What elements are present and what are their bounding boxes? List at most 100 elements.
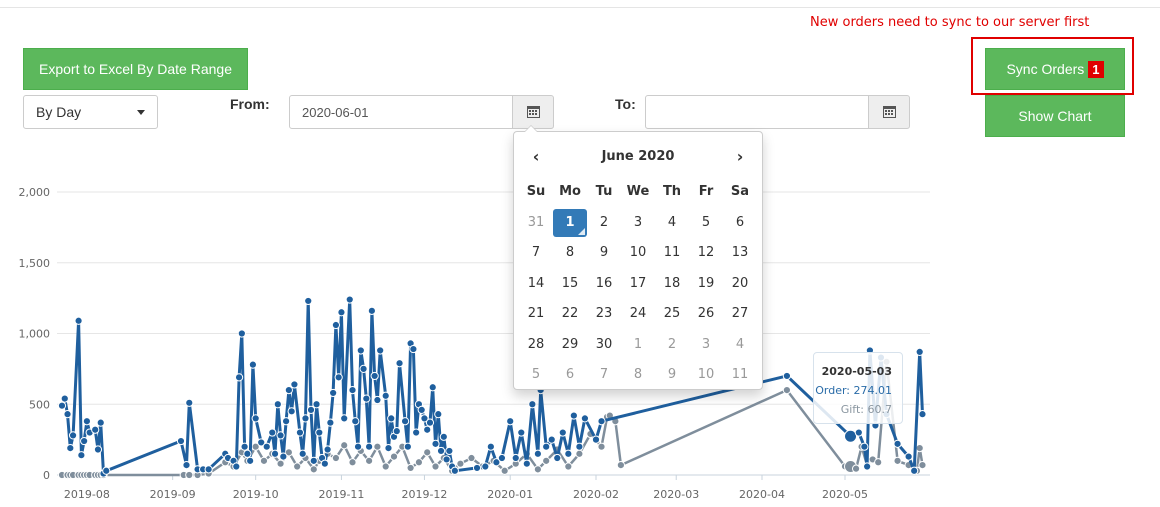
datepicker-day[interactable]: 23	[587, 300, 621, 328]
sync-orders-button[interactable]: Sync Orders 1	[985, 48, 1125, 90]
datepicker-day[interactable]: 27	[723, 300, 757, 328]
order-point	[400, 417, 410, 426]
datepicker-day[interactable]: 2	[655, 331, 689, 359]
gift-point	[915, 444, 924, 453]
gift-point	[893, 456, 902, 465]
x-tick-label: 2019-10	[233, 488, 279, 501]
order-point	[248, 360, 258, 369]
order-point	[290, 380, 299, 389]
datepicker-day[interactable]: 1	[621, 331, 655, 359]
caret-down-icon	[137, 109, 145, 115]
order-point	[442, 455, 451, 464]
datepicker-day[interactable]: 12	[689, 239, 723, 267]
sync-notice: New orders need to sync to our server fi…	[810, 15, 1090, 30]
next-month-button[interactable]: ›	[722, 147, 758, 166]
datepicker-day[interactable]: 10	[621, 239, 655, 267]
order-point	[915, 347, 924, 356]
order-point	[185, 398, 194, 407]
order-point	[66, 444, 75, 453]
datepicker-day[interactable]: 30	[587, 331, 621, 359]
order-point	[472, 463, 482, 473]
datepicker-day[interactable]: 2	[587, 209, 621, 237]
datepicker-day[interactable]: 24	[621, 300, 655, 328]
datepicker-day[interactable]: 20	[723, 270, 757, 298]
prev-month-button[interactable]: ‹	[518, 147, 554, 166]
gift-point	[348, 458, 357, 467]
datepicker-day[interactable]: 3	[689, 331, 723, 359]
datepicker-day[interactable]: 18	[655, 270, 689, 298]
order-point	[387, 414, 396, 423]
datepicker-day[interactable]: 11	[723, 361, 757, 389]
datepicker-day[interactable]: 8	[553, 239, 587, 267]
datepicker-day[interactable]: 9	[655, 361, 689, 389]
x-tick-label: 2019-08	[64, 488, 110, 501]
orders-chart: 0 500 1,000 1,500 2,000 2019-08 2019-09 2019-10…	[19, 186, 930, 501]
datepicker-day[interactable]: 1	[553, 208, 587, 237]
sync-orders-label: Sync Orders	[1006, 61, 1085, 77]
datepicker-day[interactable]: 17	[621, 270, 655, 298]
order-point	[553, 453, 562, 463]
order-point	[376, 346, 385, 355]
datepicker-day[interactable]: 22	[553, 300, 587, 328]
datepicker-day[interactable]: 6	[723, 209, 757, 237]
order-point	[232, 462, 241, 471]
datepicker-day[interactable]: 21	[519, 300, 553, 328]
order-point	[304, 296, 313, 306]
gift-point	[331, 453, 341, 463]
datepicker-day[interactable]: 5	[689, 209, 723, 237]
gift-point	[918, 460, 927, 470]
export-excel-button[interactable]: Export to Excel By Date Range	[23, 48, 248, 90]
order-point	[96, 418, 105, 427]
datepicker-day[interactable]: 31	[519, 209, 553, 237]
datepicker-day[interactable]: 29	[553, 331, 587, 359]
x-tick-label: 2019-09	[150, 488, 196, 501]
datepicker-day[interactable]: 9	[587, 239, 621, 267]
order-point	[575, 442, 584, 451]
order-point	[306, 405, 316, 415]
y-tick-label: 1,500	[19, 257, 51, 270]
to-calendar-button[interactable]	[869, 95, 910, 129]
datepicker-day[interactable]: 6	[553, 361, 587, 389]
period-select[interactable]: By Day	[23, 95, 158, 129]
order-point	[362, 394, 371, 403]
from-date-input[interactable]: 2020-06-01	[289, 95, 513, 129]
order-point	[854, 428, 863, 437]
datepicker-day[interactable]: 19	[689, 270, 723, 298]
order-point	[331, 320, 341, 330]
from-calendar-button[interactable]	[513, 95, 554, 129]
datepicker-day[interactable]: 8	[621, 361, 655, 389]
chart-tooltip: 2020-05-03 Order: 274.01 Gift: 60.7	[813, 352, 903, 424]
x-tick-label: 2020-02	[573, 488, 619, 501]
order-point	[91, 425, 100, 434]
to-date-input[interactable]	[645, 95, 869, 129]
datepicker-day[interactable]: 4	[723, 331, 757, 359]
datepicker-day[interactable]: 13	[723, 239, 757, 267]
datepicker-day[interactable]: 10	[689, 361, 723, 389]
order-point	[365, 442, 374, 451]
datepicker-day[interactable]: 7	[587, 361, 621, 389]
datepicker-weekday-row: Su Mo Tu We Th Fr Sa	[519, 177, 757, 208]
datepicker-day[interactable]: 7	[519, 239, 553, 267]
gift-point	[309, 465, 318, 474]
datepicker-day[interactable]: 25	[655, 300, 689, 328]
order-point	[204, 465, 213, 474]
datepicker-day[interactable]: 28	[519, 331, 553, 359]
gift-point	[389, 452, 399, 461]
datepicker-day[interactable]: 5	[519, 361, 553, 389]
datepicker-day[interactable]: 11	[655, 239, 689, 267]
datepicker-day[interactable]: 15	[553, 270, 587, 298]
datepicker-month-title[interactable]: June 2020	[554, 149, 722, 164]
order-point	[68, 431, 78, 440]
datepicker-day[interactable]: 26	[689, 300, 723, 328]
datepicker-day[interactable]: 16	[587, 270, 621, 298]
tooltip-gift: Gift: 60.7	[840, 403, 892, 416]
order-point	[497, 453, 507, 463]
order-point	[234, 373, 244, 382]
order-point	[60, 394, 69, 403]
show-chart-button[interactable]: Show Chart	[985, 95, 1125, 137]
datepicker-day[interactable]: 14	[519, 270, 553, 298]
order-point	[528, 400, 537, 409]
weekday-label: Th	[662, 184, 682, 200]
datepicker-day[interactable]: 4	[655, 209, 689, 237]
datepicker-day[interactable]: 3	[621, 209, 655, 237]
